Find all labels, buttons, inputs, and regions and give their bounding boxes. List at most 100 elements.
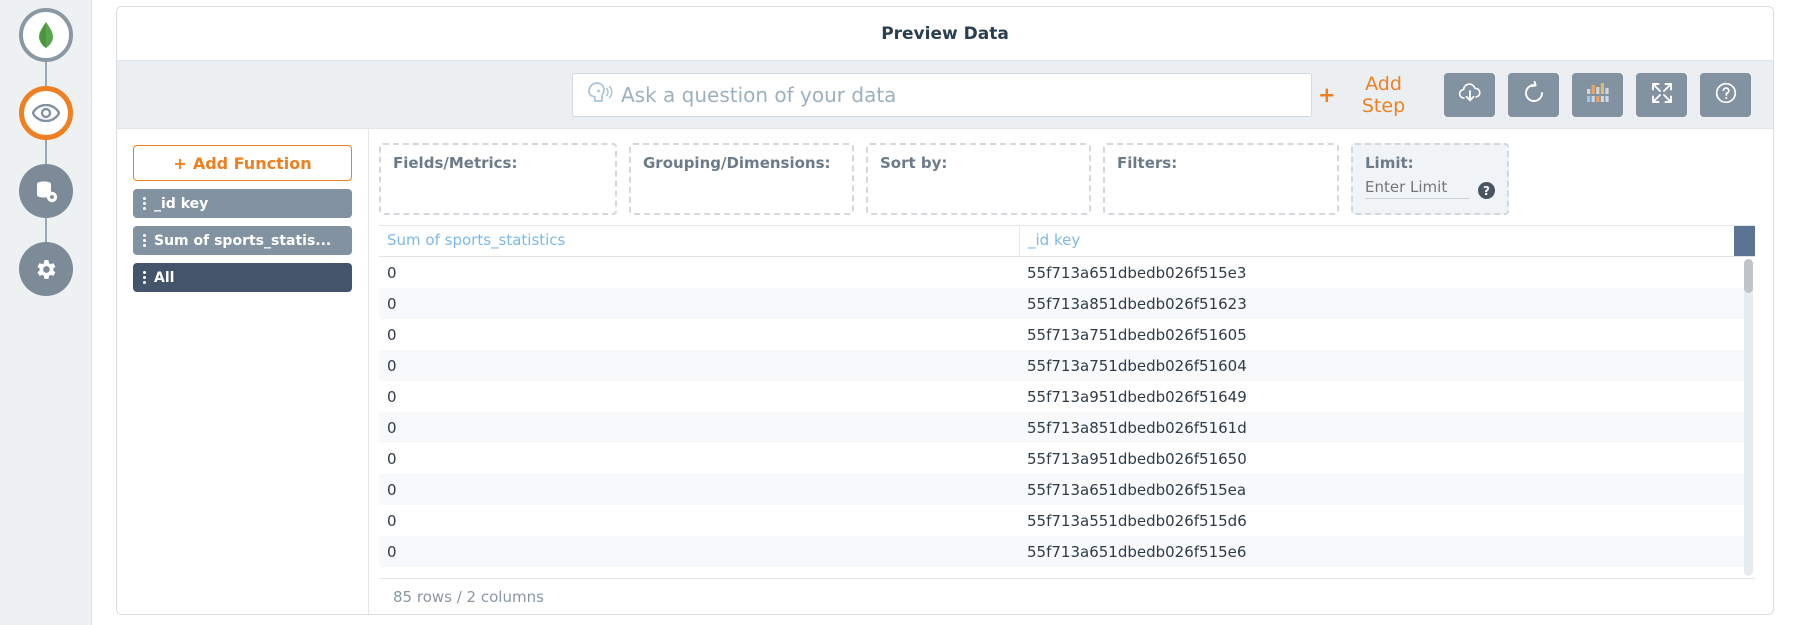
cell-id: 55f713a851dbedb026f5161d — [1019, 419, 1755, 437]
add-function-label: Add Function — [193, 154, 312, 173]
plus-icon: + — [1318, 83, 1336, 107]
cell-id: 55f713a951dbedb026f51650 — [1019, 450, 1755, 468]
help-button[interactable] — [1700, 73, 1751, 117]
cloud-download-button[interactable] — [1444, 73, 1495, 117]
app-root: Preview Data Ask a question o — [0, 0, 1798, 625]
add-function-button[interactable]: + Add Function — [133, 145, 352, 181]
table-row[interactable]: 0 55f713a651dbedb026f515e3 — [379, 257, 1755, 288]
cell-id: 55f713a851dbedb026f51623 — [1019, 295, 1755, 313]
expand-arrows-icon — [1650, 81, 1674, 108]
table-row[interactable]: 0 55f713a551dbedb026f515d6 — [379, 505, 1755, 536]
table-row[interactable]: 0 55f713a651dbedb026f515e6 — [379, 536, 1755, 567]
refresh-icon — [1522, 81, 1546, 108]
left-rail — [0, 0, 92, 625]
page-title: Preview Data — [117, 7, 1773, 61]
table-row[interactable]: 0 55f713a951dbedb026f51649 — [379, 381, 1755, 412]
cell-id: 55f713a551dbedb026f515d6 — [1019, 512, 1755, 530]
cell-sum: 0 — [379, 388, 1019, 406]
table-corner-block — [1734, 226, 1755, 256]
toolbar-actions: + Add Step — [1312, 73, 1751, 117]
table-scrollbar[interactable] — [1744, 257, 1755, 578]
function-item-label: Sum of sports_statis... — [154, 233, 331, 249]
table-row[interactable]: 0 55f713a751dbedb026f51604 — [379, 350, 1755, 381]
table-header-row: Sum of sports_statistics _id key — [379, 226, 1755, 257]
zone-label: Filters: — [1117, 154, 1325, 172]
cell-sum: 0 — [379, 295, 1019, 313]
cell-id: 55f713a651dbedb026f515e3 — [1019, 264, 1755, 282]
card-body: + Add Function _id key Sum of sports_sta… — [117, 129, 1773, 614]
rail-item-settings[interactable] — [19, 242, 73, 296]
toolbar: Ask a question of your data + Add Step — [117, 61, 1773, 129]
zone-sort-by[interactable]: Sort by: — [866, 143, 1091, 215]
table-row[interactable]: 0 55f713a851dbedb026f5161d — [379, 412, 1755, 443]
cell-id: 55f713a651dbedb026f515ea — [1019, 481, 1755, 499]
rail-connector — [45, 218, 47, 242]
cloud-download-icon — [1457, 82, 1483, 107]
cell-sum: 0 — [379, 512, 1019, 530]
gear-icon — [19, 242, 73, 296]
plus-icon: + — [173, 154, 186, 173]
table-row[interactable]: 0 55f713a851dbedb026f51623 — [379, 288, 1755, 319]
cell-id: 55f713a751dbedb026f51604 — [1019, 357, 1755, 375]
table-row[interactable]: 0 55f713a651dbedb026f515ea — [379, 474, 1755, 505]
question-circle-icon — [1714, 81, 1738, 108]
scrollbar-track[interactable] — [1744, 259, 1753, 576]
table-footer: 85 rows / 2 columns — [379, 578, 1755, 614]
function-item-id-key[interactable]: _id key — [133, 189, 352, 218]
drop-zones: Fields/Metrics: Grouping/Dimensions: Sor… — [369, 129, 1773, 225]
table-row[interactable]: 0 55f713a751dbedb026f51605 — [379, 319, 1755, 350]
rail-item-preview[interactable] — [19, 86, 73, 140]
rail-item-mongodb[interactable] — [19, 8, 73, 62]
ask-question-input[interactable]: Ask a question of your data — [572, 73, 1312, 117]
ask-question-wrap: Ask a question of your data — [572, 73, 1312, 117]
zone-limit: Limit: ? — [1351, 143, 1509, 215]
zone-label: Sort by: — [880, 154, 1077, 172]
rail-connector — [45, 62, 47, 86]
preview-table: Sum of sports_statistics _id key 0 55f71… — [379, 225, 1755, 614]
column-header-id-key[interactable]: _id key — [1019, 226, 1734, 256]
add-step-label: Add Step — [1342, 73, 1426, 117]
mongodb-leaf-icon — [19, 8, 73, 62]
table-row[interactable]: 0 55f713a951dbedb026f51650 — [379, 443, 1755, 474]
cell-id: 55f713a951dbedb026f51649 — [1019, 388, 1755, 406]
cell-sum: 0 — [379, 357, 1019, 375]
cell-sum: 0 — [379, 450, 1019, 468]
main-area: Preview Data Ask a question o — [92, 0, 1798, 625]
drag-handle-icon[interactable] — [143, 234, 146, 247]
rail-connector — [45, 140, 47, 164]
limit-label: Limit: — [1365, 154, 1495, 172]
cell-id: 55f713a651dbedb026f515e6 — [1019, 543, 1755, 561]
eye-icon — [19, 86, 73, 140]
cell-sum: 0 — [379, 419, 1019, 437]
limit-help-icon[interactable]: ? — [1478, 182, 1495, 199]
zone-grouping-dimensions[interactable]: Grouping/Dimensions: — [629, 143, 854, 215]
rail-item-data-settings[interactable] — [19, 164, 73, 218]
chart-button[interactable] — [1572, 73, 1623, 117]
function-item-label: _id key — [154, 196, 208, 212]
zone-fields-metrics[interactable]: Fields/Metrics: — [379, 143, 617, 215]
function-item-sum-sports-statistics[interactable]: Sum of sports_statis... — [133, 226, 352, 255]
cell-sum: 0 — [379, 543, 1019, 561]
drag-handle-icon[interactable] — [143, 271, 146, 284]
drag-handle-icon[interactable] — [143, 197, 146, 210]
cell-id: 55f713a751dbedb026f51605 — [1019, 326, 1755, 344]
column-header-sum-sports-statistics[interactable]: Sum of sports_statistics — [379, 226, 1019, 256]
expand-button[interactable] — [1636, 73, 1687, 117]
cell-sum: 0 — [379, 264, 1019, 282]
function-item-label: All — [154, 270, 174, 286]
bar-chart-icon — [1585, 82, 1611, 107]
add-step-button[interactable]: + Add Step — [1312, 73, 1431, 117]
preview-data-card: Preview Data Ask a question o — [116, 6, 1774, 615]
limit-input[interactable] — [1365, 177, 1470, 199]
table-body: 0 55f713a651dbedb026f515e3 0 55f713a851d… — [379, 257, 1755, 578]
database-settings-icon — [19, 164, 73, 218]
limit-row: ? — [1365, 177, 1495, 199]
zone-filters[interactable]: Filters: — [1103, 143, 1339, 215]
zone-label: Fields/Metrics: — [393, 154, 603, 172]
cell-sum: 0 — [379, 481, 1019, 499]
speaking-head-icon — [585, 81, 613, 109]
scrollbar-thumb[interactable] — [1744, 259, 1753, 293]
query-builder-area: Fields/Metrics: Grouping/Dimensions: Sor… — [369, 129, 1773, 614]
function-item-all[interactable]: All — [133, 263, 352, 292]
refresh-button[interactable] — [1508, 73, 1559, 117]
